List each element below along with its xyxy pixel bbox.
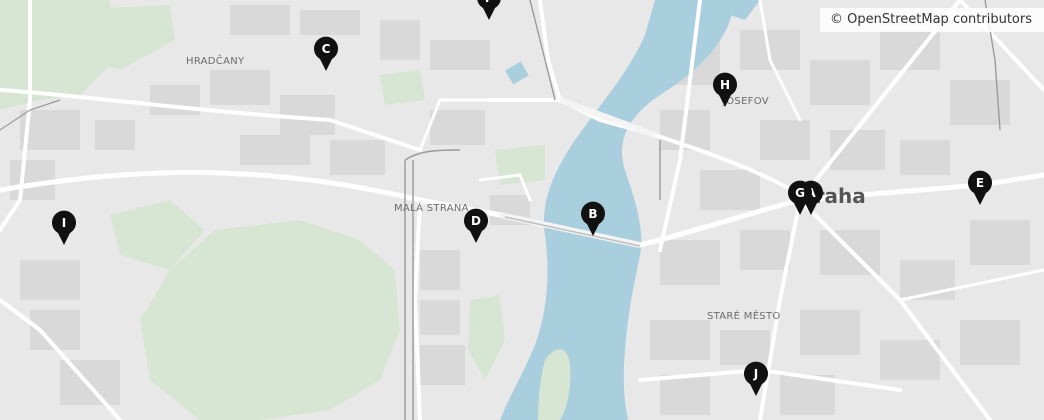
place-label-stare-mesto: STARÉ MĚSTO	[707, 311, 781, 322]
map-marker-c[interactable]: C	[313, 36, 339, 72]
map-base-layer	[0, 0, 1044, 420]
marker-label: G	[795, 186, 805, 200]
place-label-hradcany: HRADČANY	[186, 56, 245, 67]
map-marker-b[interactable]: B	[580, 201, 606, 237]
marker-label: E	[975, 176, 985, 190]
marker-label: C	[321, 42, 331, 56]
map-marker-i[interactable]: I	[51, 210, 77, 246]
map-marker-j[interactable]: J	[743, 361, 769, 397]
map-attribution[interactable]: © OpenStreetMap contributors	[820, 8, 1044, 32]
map-marker-g[interactable]: G	[787, 180, 813, 216]
marker-label: J	[753, 367, 759, 381]
marker-label: F	[476, 0, 502, 7]
marker-label: B	[588, 207, 598, 221]
place-label-mala-strana: MALÁ STRANA	[394, 203, 469, 214]
marker-label: I	[61, 216, 67, 230]
map-marker-d[interactable]: D	[463, 208, 489, 244]
map-marker-e[interactable]: E	[967, 170, 993, 206]
map-marker-f[interactable]: F	[476, 0, 502, 21]
map-marker-h[interactable]: H	[712, 72, 738, 108]
marker-label: H	[719, 78, 731, 92]
map-view[interactable]: HRADČANY MALÁ STRANA JOSEFOV Praha STARÉ…	[0, 0, 1044, 420]
marker-label: D	[471, 214, 481, 228]
